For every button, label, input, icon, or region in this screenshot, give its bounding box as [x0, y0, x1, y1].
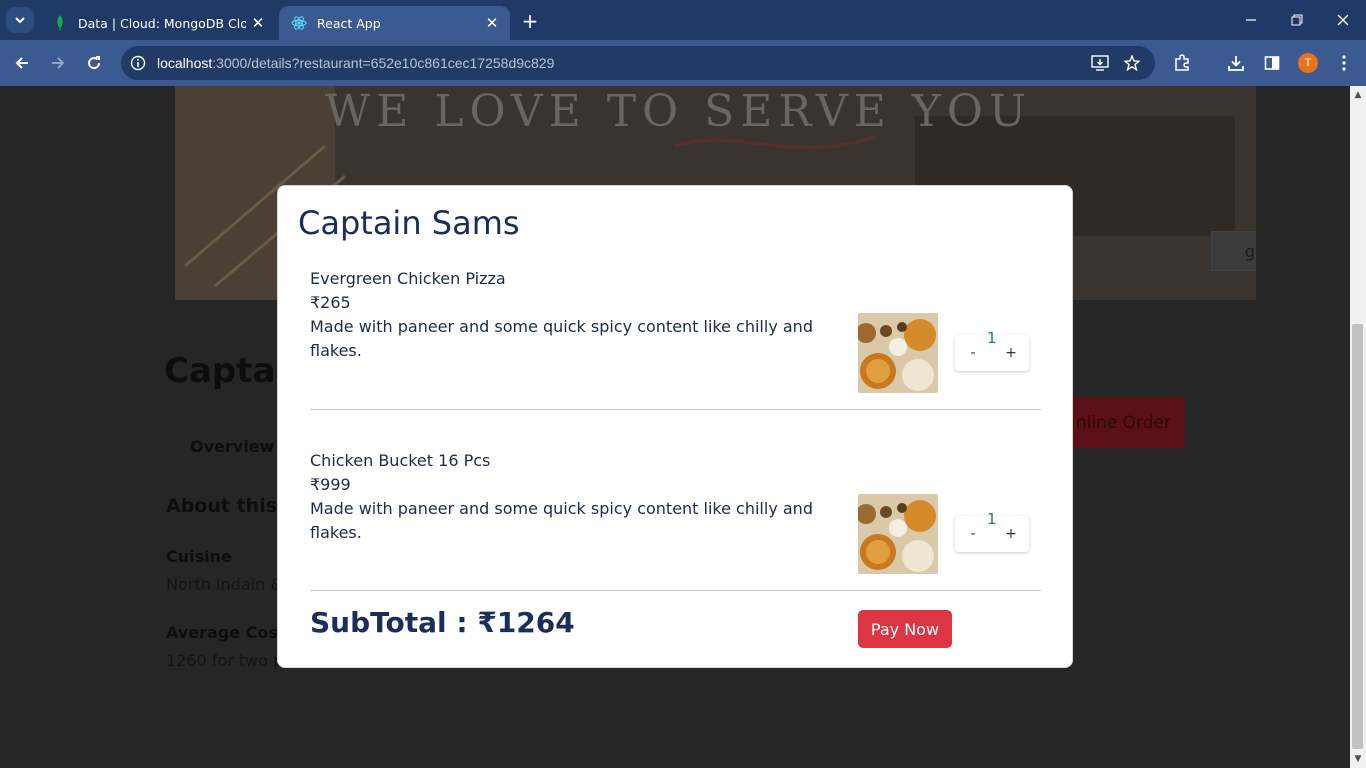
back-button[interactable]: [7, 48, 37, 78]
subtotal: SubTotal : ₹1264: [310, 606, 575, 639]
hero-text: WE LOVE TO SERVE YOU: [325, 86, 1033, 137]
minimize-icon: [1246, 19, 1256, 21]
install-app-icon[interactable]: [1085, 48, 1115, 78]
site-info-icon[interactable]: [123, 48, 153, 78]
new-tab-button[interactable]: +: [516, 8, 544, 34]
quantity-stepper: - 1 +: [955, 510, 1029, 552]
url-text: localhost:3000/details?restaurant=652e10…: [157, 55, 555, 71]
star-icon[interactable]: [1117, 48, 1147, 78]
item-name: Evergreen Chicken Pizza: [310, 269, 506, 288]
close-icon[interactable]: ✕: [480, 11, 504, 35]
side-panel-icon[interactable]: [1257, 48, 1287, 78]
minimize-button[interactable]: [1231, 6, 1271, 34]
scrollbar-thumb[interactable]: [1352, 324, 1363, 749]
item-image: [858, 313, 938, 393]
item-description: Made with paneer and some quick spicy co…: [310, 499, 813, 542]
forward-button[interactable]: [43, 48, 73, 78]
close-window-button[interactable]: [1323, 6, 1363, 34]
image-gallery-button: ge Gallery: [1211, 231, 1256, 271]
arrow-right-icon: [52, 57, 65, 69]
cuisine-heading: Cuisine: [166, 547, 232, 566]
close-icon[interactable]: ✕: [246, 11, 270, 35]
online-order-button: nline Order: [1060, 397, 1185, 448]
reload-button[interactable]: [79, 48, 109, 78]
tab-search-button[interactable]: [6, 7, 34, 33]
scroll-down-arrow-icon[interactable]: ▼: [1350, 752, 1366, 766]
item-price: ₹265: [310, 293, 351, 312]
item-divider: [310, 590, 1041, 591]
reload-icon: [88, 56, 101, 70]
item-description: Made with paneer and some quick spicy co…: [310, 317, 813, 360]
cuisine-value: North Indain &: [166, 575, 283, 594]
increment-button[interactable]: +: [993, 335, 1029, 371]
download-icon[interactable]: [1221, 48, 1251, 78]
tab-title: React App: [317, 15, 381, 31]
quantity-value: 1: [987, 329, 997, 347]
tab-react-app[interactable]: React App ✕: [279, 6, 510, 40]
about-heading: About this: [166, 495, 278, 517]
quantity-stepper: - 1 +: [955, 329, 1029, 371]
more-menu-icon[interactable]: [1329, 48, 1359, 78]
item-image: [858, 494, 938, 574]
average-cost-heading: Average Cost: [166, 623, 286, 642]
item-name: Chicken Bucket 16 Pcs: [310, 451, 491, 470]
close-icon: [1337, 14, 1349, 26]
restore-button[interactable]: [1277, 6, 1317, 34]
browser-toolbar: localhost:3000/details?restaurant=652e10…: [0, 40, 1366, 113]
tab-overview: Overview: [190, 437, 275, 456]
address-bar[interactable]: localhost:3000/details?restaurant=652e10…: [121, 46, 1155, 80]
increment-button[interactable]: +: [993, 516, 1029, 552]
chevron-down-icon: [15, 17, 25, 24]
decrement-button[interactable]: -: [955, 516, 991, 552]
profile-avatar[interactable]: T: [1298, 53, 1318, 73]
scroll-up-arrow-icon[interactable]: ▲: [1350, 88, 1366, 102]
mongodb-leaf-icon: [52, 15, 68, 31]
modal-title: Captain Sams: [298, 204, 520, 242]
pay-now-button[interactable]: Pay Now: [858, 610, 952, 648]
decrement-button[interactable]: -: [955, 335, 991, 371]
item-divider: [310, 409, 1041, 410]
browser-tab-bar: Data | Cloud: MongoDB Cloud ✕ React App …: [0, 0, 1366, 40]
react-icon: [291, 15, 307, 31]
tab-title: Data | Cloud: MongoDB Cloud: [78, 15, 246, 31]
arrow-left-icon: [15, 57, 28, 69]
quantity-value: 1: [987, 510, 997, 528]
tab-mongodb[interactable]: Data | Cloud: MongoDB Cloud ✕: [40, 6, 276, 40]
order-modal: Captain Sams Evergreen Chicken Pizza ₹26…: [277, 185, 1073, 668]
restore-icon: [1291, 14, 1303, 26]
restaurant-title: Captai: [164, 351, 288, 391]
average-cost-value: 1260 for two p: [166, 651, 284, 670]
extensions-icon[interactable]: [1167, 48, 1197, 78]
